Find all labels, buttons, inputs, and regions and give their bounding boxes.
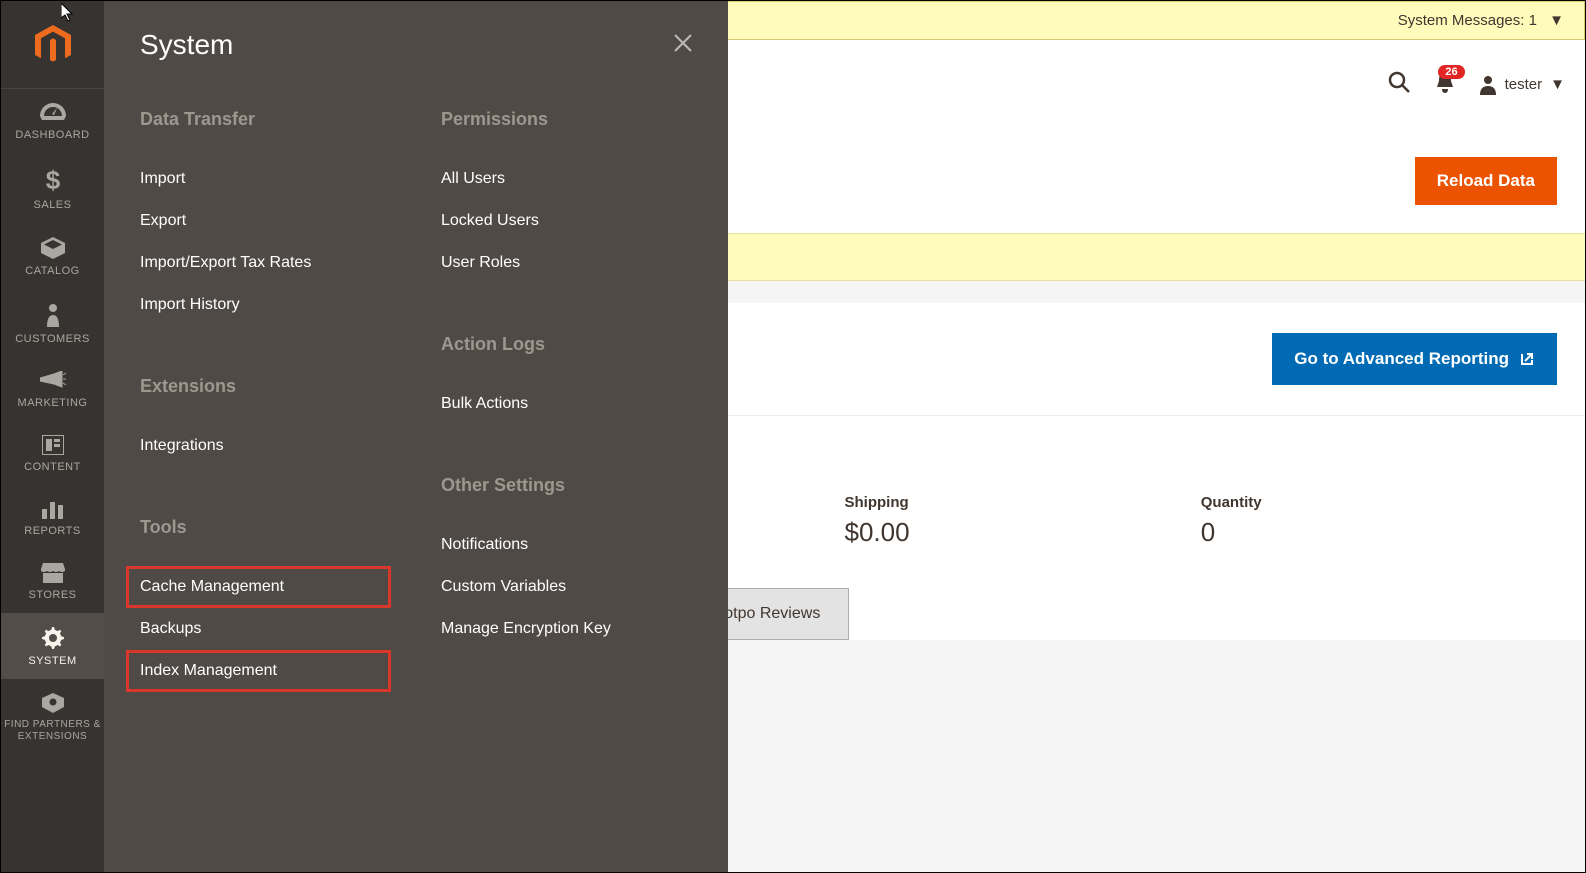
flyout-column-1: Data Transfer Import Export Import/Expor… [140,109,391,742]
nav-sales-label: SALES [1,199,104,211]
link-all-users[interactable]: All Users [427,158,692,200]
notification-badge: 26 [1438,65,1464,79]
link-cache-management[interactable]: Cache Management [126,566,391,608]
stat-quantity-label: Quantity [1201,494,1557,511]
stat-shipping-label: Shipping [845,494,1201,511]
customers-icon [45,303,61,327]
link-bulk-actions[interactable]: Bulk Actions [427,383,692,425]
megaphone-icon [40,371,66,391]
link-import-export-tax[interactable]: Import/Export Tax Rates [126,242,391,284]
link-backups[interactable]: Backups [126,608,391,650]
link-integrations[interactable]: Integrations [126,425,391,467]
nav-sales[interactable]: $ SALES [1,153,104,223]
nav-marketing[interactable]: MARKETING [1,357,104,421]
group-data-transfer: Data Transfer [140,109,391,130]
nav-partners-label: FIND PARTNERS & EXTENSIONS [1,719,104,743]
system-flyout: System Data Transfer Import Export Impor… [104,1,728,872]
stat-shipping: Shipping $0.00 [845,494,1201,548]
link-user-roles[interactable]: User Roles [427,242,692,284]
nav-content-label: CONTENT [1,461,104,473]
stat-quantity-value: 0 [1201,517,1557,548]
nav-marketing-label: MARKETING [1,397,104,409]
admin-sidebar: DASHBOARD $ SALES CATALOG CUSTOMERS MARK… [1,1,104,872]
partners-icon [42,693,64,713]
stat-quantity: Quantity 0 [1201,494,1557,548]
link-export[interactable]: Export [126,200,391,242]
flyout-title: System [140,29,233,61]
reload-data-button[interactable]: Reload Data [1415,157,1557,205]
link-import[interactable]: Import [126,158,391,200]
stat-shipping-value: $0.00 [845,517,1201,548]
link-manage-encryption[interactable]: Manage Encryption Key [427,608,692,650]
gear-icon [42,627,64,649]
nav-dashboard[interactable]: DASHBOARD [1,89,104,153]
close-icon [674,34,692,52]
user-menu[interactable]: tester ▼ [1479,75,1565,95]
content-icon [42,435,64,455]
nav-stores[interactable]: STORES [1,549,104,613]
advanced-reporting-button[interactable]: Go to Advanced Reporting [1272,333,1557,385]
link-locked-users[interactable]: Locked Users [427,200,692,242]
advanced-reporting-label: Go to Advanced Reporting [1294,349,1509,369]
system-messages-count: 1 [1529,12,1537,29]
magento-logo[interactable] [1,1,104,89]
group-extensions: Extensions [140,376,391,397]
nav-dashboard-label: DASHBOARD [1,129,104,141]
group-other-settings: Other Settings [441,475,692,496]
flyout-column-2: Permissions All Users Locked Users User … [441,109,692,742]
nav-system-label: SYSTEM [1,655,104,667]
dashboard-icon [40,103,66,123]
system-messages-toggle[interactable]: System Messages: 1 ▼ [1398,12,1564,29]
reports-icon [42,499,64,519]
nav-catalog[interactable]: CATALOG [1,223,104,289]
dollar-icon: $ [45,167,61,193]
link-import-history[interactable]: Import History [126,284,391,326]
nav-reports[interactable]: REPORTS [1,485,104,549]
group-tools: Tools [140,517,391,538]
external-link-icon [1519,351,1535,367]
flyout-close-button[interactable] [674,31,692,59]
user-icon [1479,75,1497,95]
nav-customers[interactable]: CUSTOMERS [1,289,104,357]
stores-icon [41,563,65,583]
nav-stores-label: STORES [1,589,104,601]
search-button[interactable] [1387,70,1411,99]
group-permissions: Permissions [441,109,692,130]
group-action-logs: Action Logs [441,334,692,355]
nav-customers-label: CUSTOMERS [1,333,104,345]
caret-down-icon: ▼ [1550,76,1565,93]
nav-partners[interactable]: FIND PARTNERS & EXTENSIONS [1,679,104,755]
nav-content[interactable]: CONTENT [1,421,104,485]
system-messages-label: System Messages: [1398,12,1525,29]
svg-text:$: $ [45,167,60,193]
nav-reports-label: REPORTS [1,525,104,537]
link-index-management[interactable]: Index Management [126,650,391,692]
nav-catalog-label: CATALOG [1,265,104,277]
magento-logo-icon [35,25,71,65]
caret-down-icon: ▼ [1549,12,1564,29]
notifications-button[interactable]: 26 [1435,71,1455,98]
nav-system[interactable]: SYSTEM [1,613,104,679]
search-icon [1387,70,1411,94]
link-notifications[interactable]: Notifications [427,524,692,566]
link-custom-variables[interactable]: Custom Variables [427,566,692,608]
user-name: tester [1505,76,1543,93]
catalog-icon [41,237,65,259]
